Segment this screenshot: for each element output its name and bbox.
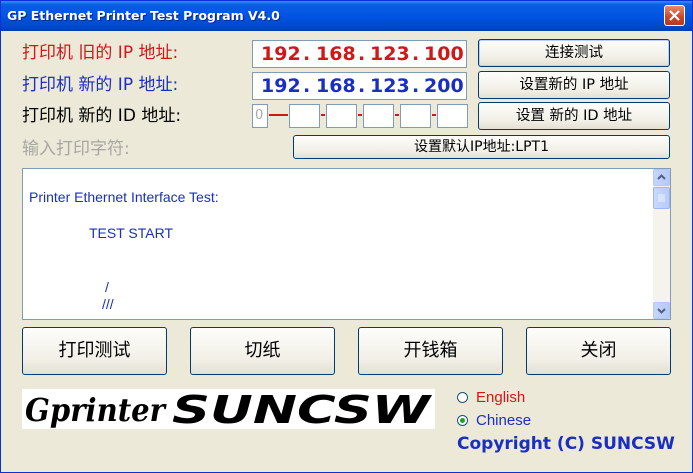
new-ip-octet-3[interactable]: 123 (370, 75, 410, 97)
old-ip-octet-4[interactable]: 100 (424, 43, 464, 65)
new-ip-octet-4[interactable]: 200 (424, 75, 464, 97)
id-separator (269, 114, 288, 116)
app-window: GP Ethernet Printer Test Program V4.0 打印… (0, 0, 693, 473)
grip-icon (658, 194, 665, 202)
english-radio[interactable] (457, 392, 468, 403)
logo-graphic: Gprinter SUNCSW (25, 388, 433, 432)
gprinter-suncsw-logo: Gprinter SUNCSW (22, 388, 435, 432)
window-title: GP Ethernet Printer Test Program V4.0 (7, 8, 280, 23)
id-separator (358, 114, 362, 116)
radio-selected-dot (460, 418, 465, 423)
old-ip-octet-1[interactable]: 192 (261, 43, 301, 65)
connect-test-button[interactable]: 连接测试 (478, 39, 670, 67)
chinese-label[interactable]: Chinese (476, 412, 531, 430)
id-separator (395, 114, 399, 116)
id-separator (432, 114, 436, 116)
output-line: Printer Ethernet Interface Test: (29, 189, 219, 205)
input-chars-label: 输入打印字符: (22, 139, 130, 159)
close-icon (669, 10, 680, 21)
id-field-6[interactable] (437, 104, 468, 128)
arrow-down-icon (657, 308, 666, 314)
scroll-down-button[interactable] (653, 302, 670, 319)
close-window-button[interactable] (664, 5, 685, 26)
set-default-ip-button[interactable]: 设置默认IP地址:LPT1 (293, 135, 670, 159)
id-separator (321, 114, 325, 116)
scroll-thumb[interactable] (653, 187, 670, 209)
old-ip-octet-3[interactable]: 123 (370, 43, 410, 65)
new-ip-label: 打印机 新的 IP 地址: (22, 75, 179, 95)
cut-paper-button[interactable]: 切纸 (190, 327, 335, 375)
svg-text:Gprinter: Gprinter (25, 391, 167, 429)
new-ip-octet-1[interactable]: 192 (261, 75, 301, 97)
chinese-radio[interactable] (457, 415, 468, 426)
title-bar[interactable]: GP Ethernet Printer Test Program V4.0 (1, 1, 692, 31)
english-label[interactable]: English (476, 389, 525, 407)
id-field-1[interactable]: 0 (252, 104, 268, 128)
copyright-text: Copyright (C) SUNCSW (457, 434, 675, 454)
id-field-2[interactable] (289, 104, 320, 128)
close-button[interactable]: 关闭 (526, 327, 671, 375)
new-ip-input[interactable]: 192 . 168 . 123 . 200 (252, 72, 467, 100)
id-field-3[interactable] (326, 104, 357, 128)
old-ip-label: 打印机 旧的 IP 地址: (22, 43, 179, 63)
output-textarea[interactable]: Printer Ethernet Interface Test: TEST ST… (22, 168, 671, 320)
old-ip-input[interactable]: 192 . 168 . 123 . 100 (252, 40, 467, 68)
open-drawer-button[interactable]: 开钱箱 (358, 327, 503, 375)
output-line: TEST START (89, 225, 174, 241)
output-line: / (105, 279, 109, 295)
arrow-up-icon (657, 174, 666, 180)
id-field-5[interactable] (400, 104, 431, 128)
svg-text:SUNCSW: SUNCSW (172, 389, 433, 429)
print-test-button[interactable]: 打印测试 (22, 327, 167, 375)
old-ip-octet-2[interactable]: 168 (316, 43, 356, 65)
output-line: /// (102, 296, 114, 312)
new-id-label: 打印机 新的 ID 地址: (22, 106, 182, 126)
new-ip-octet-2[interactable]: 168 (316, 75, 356, 97)
set-new-ip-button[interactable]: 设置新的 IP 地址 (478, 71, 670, 99)
set-new-id-button[interactable]: 设置 新的 ID 地址 (478, 102, 670, 130)
scroll-up-button[interactable] (653, 169, 670, 186)
vertical-scrollbar[interactable] (653, 169, 670, 319)
id-field-4[interactable] (363, 104, 394, 128)
